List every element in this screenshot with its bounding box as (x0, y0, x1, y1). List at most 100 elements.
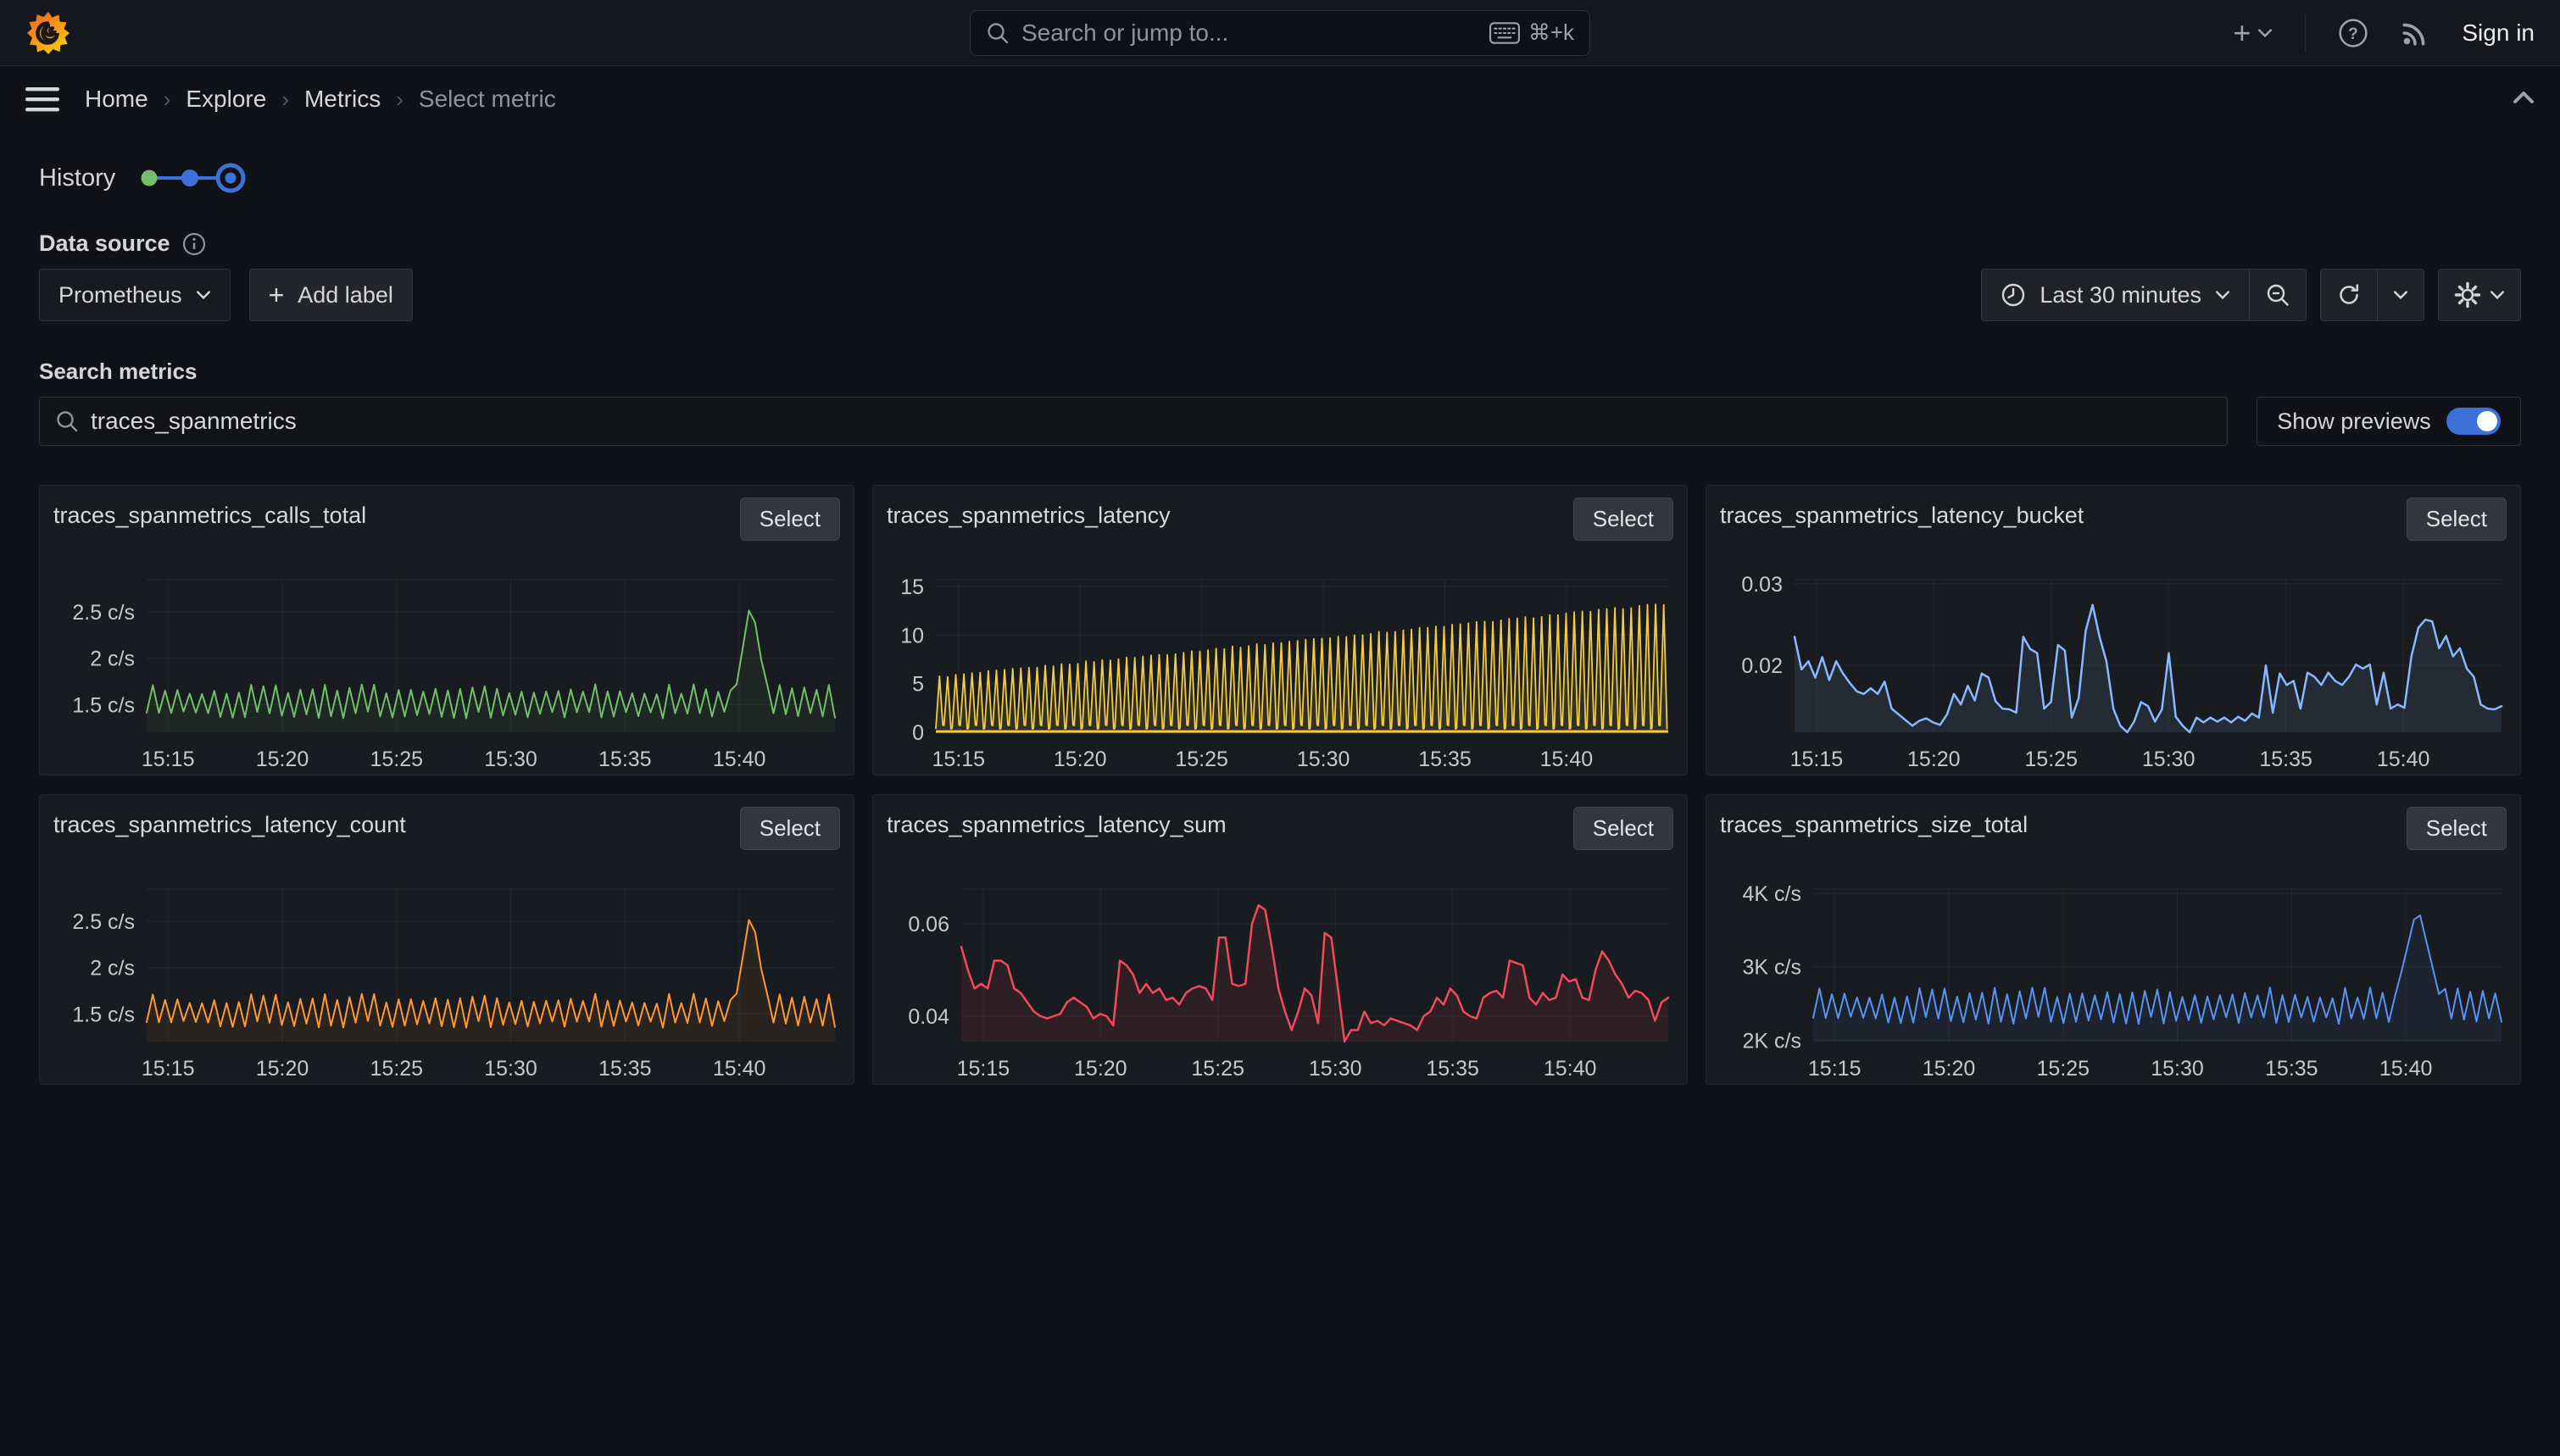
metrics-grid: traces_spanmetrics_calls_total Select 1.… (39, 485, 2521, 1085)
data-source-label: Data source (39, 231, 170, 257)
select-metric-button[interactable]: Select (740, 807, 840, 850)
breadcrumb-metrics[interactable]: Metrics (304, 86, 381, 113)
svg-text:15:35: 15:35 (598, 747, 652, 771)
new-menu-button[interactable]: + (2233, 18, 2273, 48)
add-label-text: Add label (298, 282, 393, 308)
svg-text:15:25: 15:25 (2037, 1057, 2090, 1081)
svg-text:0.04: 0.04 (908, 1005, 949, 1029)
svg-text:15:15: 15:15 (957, 1057, 1010, 1081)
grafana-flame-icon (26, 11, 70, 55)
panel-title: traces_spanmetrics_size_total (1720, 807, 2028, 838)
svg-text:15:40: 15:40 (1540, 747, 1594, 771)
datasource-picker[interactable]: Prometheus (39, 269, 231, 321)
history-timeline[interactable] (136, 159, 254, 197)
datasource-value: Prometheus (58, 282, 182, 308)
breadcrumb-home[interactable]: Home (85, 86, 148, 113)
timeseries-chart[interactable]: 05101515:1515:2015:2515:3015:3515:40 (887, 544, 1673, 786)
metrics-search-box[interactable] (39, 397, 2228, 446)
breadcrumb-separator: › (396, 86, 403, 113)
global-search-box[interactable]: ⌘+k (970, 10, 1590, 56)
svg-text:15:30: 15:30 (2142, 747, 2195, 771)
svg-text:0.03: 0.03 (1741, 573, 1783, 597)
select-metric-button[interactable]: Select (2407, 497, 2507, 541)
chevron-up-icon (2513, 91, 2535, 104)
breadcrumb-explore[interactable]: Explore (186, 86, 266, 113)
panel-title: traces_spanmetrics_latency (887, 497, 1171, 529)
chevron-down-icon (2490, 290, 2505, 300)
select-metric-button[interactable]: Select (1573, 497, 1673, 541)
svg-text:15:15: 15:15 (1790, 747, 1844, 771)
show-previews-toggle[interactable] (2446, 408, 2501, 435)
plus-icon: + (269, 281, 285, 308)
grafana-logo[interactable] (25, 10, 71, 56)
chevron-down-icon (2257, 28, 2273, 38)
svg-text:15:20: 15:20 (256, 1057, 309, 1081)
keyboard-icon (1489, 22, 1520, 44)
time-picker-group: Last 30 minutes (1981, 269, 2307, 321)
rss-icon (2401, 19, 2429, 47)
info-icon[interactable] (182, 232, 206, 256)
timeseries-chart[interactable]: 2K c/s3K c/s4K c/s15:1515:2015:2515:3015… (1720, 853, 2507, 1095)
select-metric-button[interactable]: Select (740, 497, 840, 541)
show-previews-control: Show previews (2257, 397, 2521, 446)
global-search-input[interactable] (1021, 19, 1478, 47)
menu-toggle[interactable] (25, 86, 59, 112)
sign-in-button[interactable]: Sign in (2462, 19, 2535, 47)
breadcrumb-separator: › (281, 86, 289, 113)
timeseries-chart[interactable]: 0.040.0615:1515:2015:2515:3015:3515:40 (887, 853, 1673, 1095)
breadcrumb-bar: Home › Explore › Metrics › Select metric (0, 66, 2560, 132)
svg-text:10: 10 (900, 624, 924, 647)
settings-button[interactable] (2438, 269, 2521, 321)
timeseries-chart[interactable]: 1.5 c/s2 c/s2.5 c/s15:1515:2015:2515:301… (53, 853, 840, 1095)
chevron-down-icon (196, 290, 211, 300)
svg-text:15:35: 15:35 (2259, 747, 2312, 771)
topbar-divider (2305, 14, 2306, 53)
history-step-2[interactable] (181, 169, 198, 186)
svg-text:15:15: 15:15 (142, 1057, 195, 1081)
svg-text:0.02: 0.02 (1741, 654, 1783, 678)
svg-text:15:15: 15:15 (1808, 1057, 1862, 1081)
timeseries-chart[interactable]: 0.020.0315:1515:2015:2515:3015:3515:40 (1720, 544, 2507, 786)
panel-title: traces_spanmetrics_latency_bucket (1720, 497, 2084, 529)
help-button[interactable]: ? (2338, 18, 2368, 48)
panel-title: traces_spanmetrics_latency_sum (887, 807, 1227, 838)
svg-text:15:15: 15:15 (932, 747, 986, 771)
svg-text:15:40: 15:40 (2379, 1057, 2433, 1081)
select-metric-button[interactable]: Select (2407, 807, 2507, 850)
chevron-down-icon (2393, 290, 2408, 300)
metric-panel: traces_spanmetrics_latency Select 051015… (872, 485, 1688, 775)
svg-text:15:40: 15:40 (713, 1057, 766, 1081)
refresh-interval-button[interactable] (2378, 269, 2424, 321)
metric-panel: traces_spanmetrics_latency_sum Select 0.… (872, 794, 1688, 1085)
metrics-search-input[interactable] (91, 408, 2212, 435)
gear-icon (2454, 281, 2481, 308)
svg-text:0.06: 0.06 (908, 913, 949, 936)
zoom-out-time-button[interactable] (2250, 269, 2307, 321)
history-step-1[interactable] (142, 170, 158, 186)
svg-text:1.5 c/s: 1.5 c/s (72, 693, 135, 717)
time-range-picker[interactable]: Last 30 minutes (1981, 269, 2250, 321)
collapse-button[interactable] (2513, 91, 2535, 108)
shortcut-label: ⌘+k (1528, 19, 1574, 46)
chevron-down-icon (2215, 290, 2230, 300)
add-label-button[interactable]: + Add label (249, 269, 413, 321)
svg-text:15:20: 15:20 (1923, 1057, 1976, 1081)
svg-text:15:30: 15:30 (2151, 1057, 2204, 1081)
refresh-button[interactable] (2320, 269, 2378, 321)
breadcrumb-separator: › (164, 86, 171, 113)
svg-text:15:30: 15:30 (1309, 1057, 1362, 1081)
metric-panel: traces_spanmetrics_calls_total Select 1.… (39, 485, 854, 775)
svg-text:15:25: 15:25 (1175, 747, 1228, 771)
panel-title: traces_spanmetrics_calls_total (53, 497, 366, 529)
select-metric-button[interactable]: Select (1573, 807, 1673, 850)
controls-row: Prometheus + Add label Last 30 minutes (39, 269, 2521, 321)
svg-text:15:40: 15:40 (2377, 747, 2430, 771)
news-button[interactable] (2401, 19, 2429, 47)
search-metrics-label: Search metrics (39, 358, 2521, 385)
svg-text:15:15: 15:15 (142, 747, 195, 771)
svg-text:2 c/s: 2 c/s (90, 647, 135, 671)
timeseries-chart[interactable]: 1.5 c/s2 c/s2.5 c/s15:1515:2015:2515:301… (53, 544, 840, 786)
svg-text:15:35: 15:35 (1426, 1057, 1479, 1081)
svg-text:4K c/s: 4K c/s (1743, 882, 1801, 906)
hamburger-icon (25, 86, 59, 112)
